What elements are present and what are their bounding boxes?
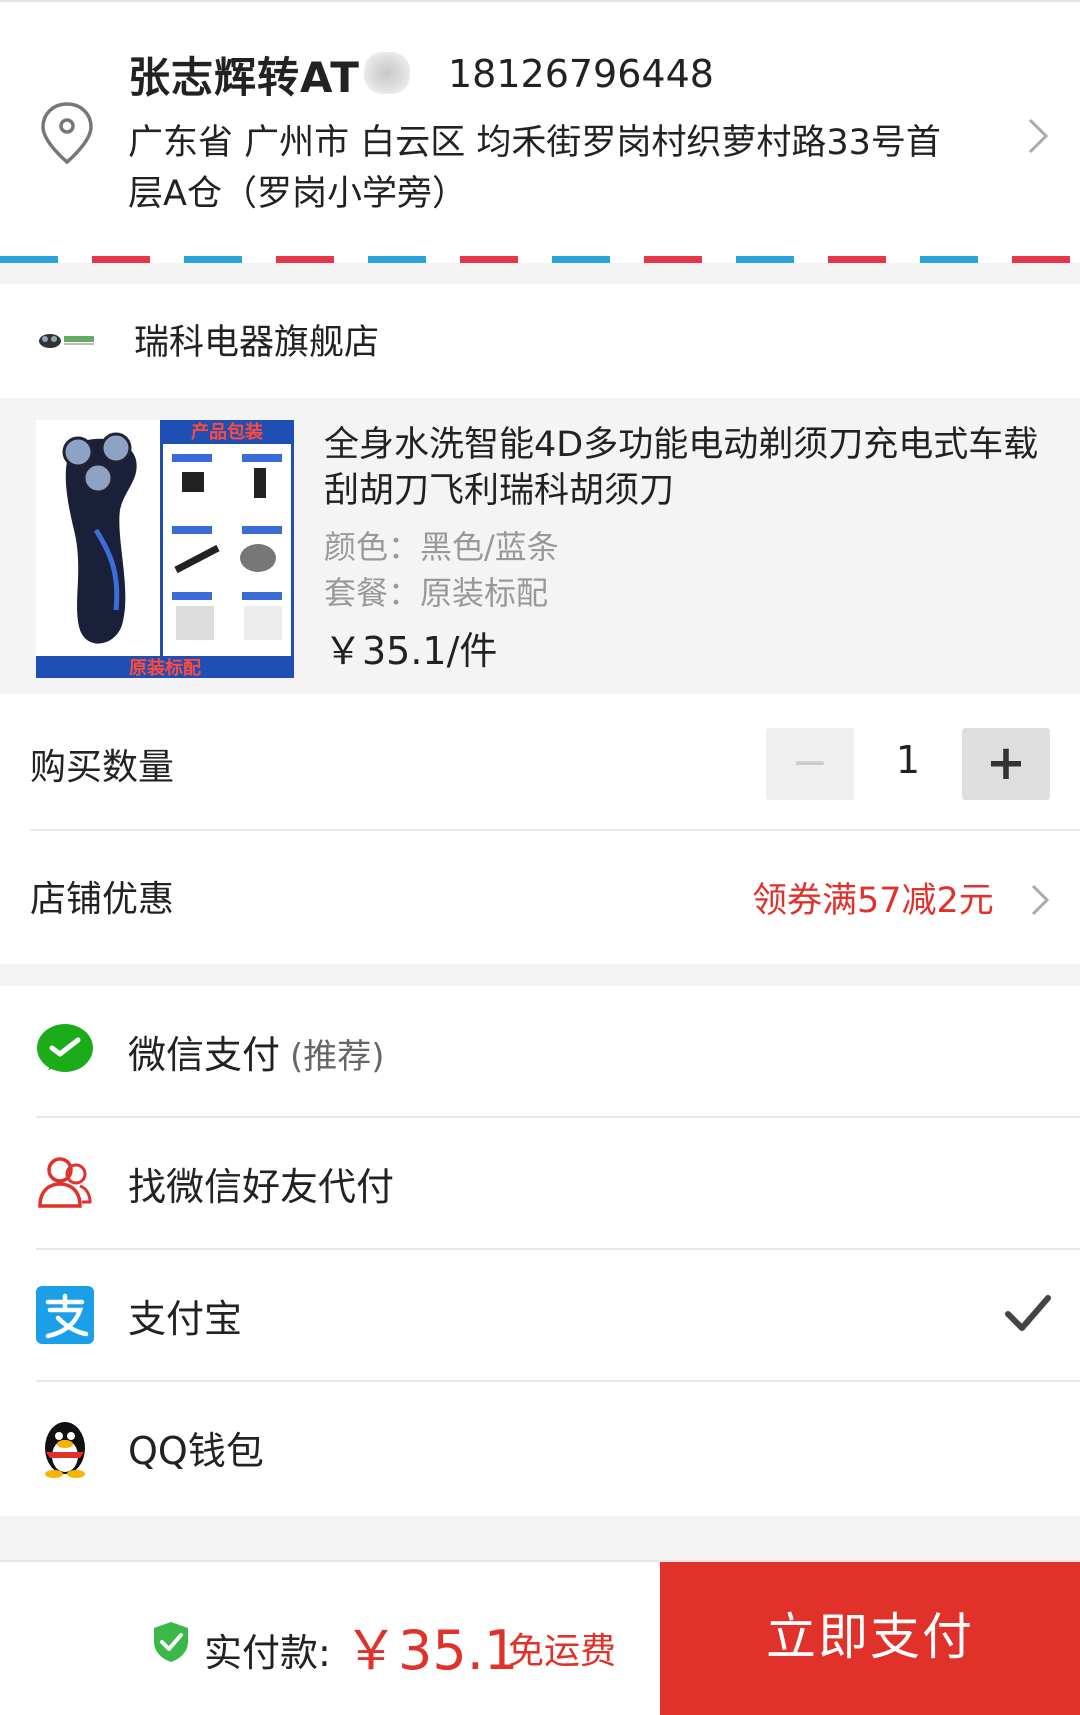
quantity-value: 1 [895,738,921,782]
coupon-offer-link[interactable]: 领券满57减2元 [752,872,994,923]
store-logo-icon [39,334,94,348]
amount-due-value: ￥35.1 [344,1619,519,1682]
friend-pay-icon [38,1157,92,1208]
product-price: ￥35.1/件 [324,629,498,673]
chevron-right-icon[interactable] [1026,114,1050,158]
payment-label-wechat: 微信支付 [128,1033,281,1077]
product-title: 全身水洗智能4D多功能电动剃须刀充电式车载刮胡刀飞利瑞科胡须刀 [324,425,1039,511]
checkout-bar: 实付款: ￥35.1 免运费 立即支付 [0,1560,1080,1715]
store-row[interactable]: 瑞科电器旗舰店 [0,284,1080,398]
free-shipping-tag: 免运费 [508,1631,617,1672]
store-name: 瑞科电器旗舰店 [134,323,380,363]
product-image: 产品包装 原装标配 [36,420,294,678]
payment-option-alipay[interactable]: 支付宝 [0,1250,1080,1382]
product-image-bottom-label: 原装标配 [129,657,201,678]
store-discount-label: 店铺优惠 [30,879,175,920]
product-item[interactable]: 产品包装 原装标配 全身水洗智能4D多功能电动剃须刀充电式车载刮胡刀飞利瑞科胡须… [0,398,1080,694]
payment-label-qq: QQ钱包 [128,1429,264,1473]
product-image-top-label: 产品包装 [191,421,263,443]
shipping-address-card[interactable]: 张志辉转AT 18126796448 广东省 广州市 白云区 均禾街罗岗村织萝村… [0,0,1080,263]
payment-option-friend[interactable]: 找微信好友代付 [0,1118,1080,1250]
payment-label-friend: 找微信好友代付 [128,1165,395,1209]
alipay-icon [36,1286,94,1344]
payment-label-alipay: 支付宝 [128,1297,243,1341]
recipient-phone: 18126796448 [448,52,714,96]
location-pin-icon [41,102,93,165]
qq-wallet-icon [45,1422,85,1478]
address-text: 广东省 广州市 白云区 均禾街罗岗村织萝村路33号首层A仓（罗岗小学旁） [128,123,941,214]
recommended-tag: (推荐) [290,1037,385,1077]
product-package: 套餐：原装标配 [324,574,549,612]
amount-due-label: 实付款: [204,1631,331,1675]
chevron-right-icon[interactable] [1030,880,1050,920]
quantity-increase-button[interactable]: + [962,728,1050,800]
payment-option-wechat[interactable]: 微信支付 (推荐) [0,986,1080,1118]
product-color: 颜色：黑色/蓝条 [324,528,559,566]
divider [30,829,1080,831]
quantity-label: 购买数量 [30,747,175,788]
redacted-name-blur [364,52,410,94]
order-options: 购买数量 − 1 + 店铺优惠 领券满57减2元 [0,694,1080,964]
shield-check-icon [154,1622,188,1662]
pay-now-button[interactable]: 立即支付 [660,1562,1080,1715]
payment-option-qq[interactable]: QQ钱包 [0,1382,1080,1514]
divider [0,0,1080,2]
recipient-name: 张志辉转AT [128,53,360,102]
wechat-pay-icon [37,1024,93,1072]
checkmark-icon [1005,1295,1051,1331]
quantity-decrease-button[interactable]: − [766,728,854,800]
airmail-stripe-divider [0,256,1080,263]
payment-methods: 微信支付 (推荐) 找微信好友代付 支付宝 QQ钱包 [0,986,1080,1516]
